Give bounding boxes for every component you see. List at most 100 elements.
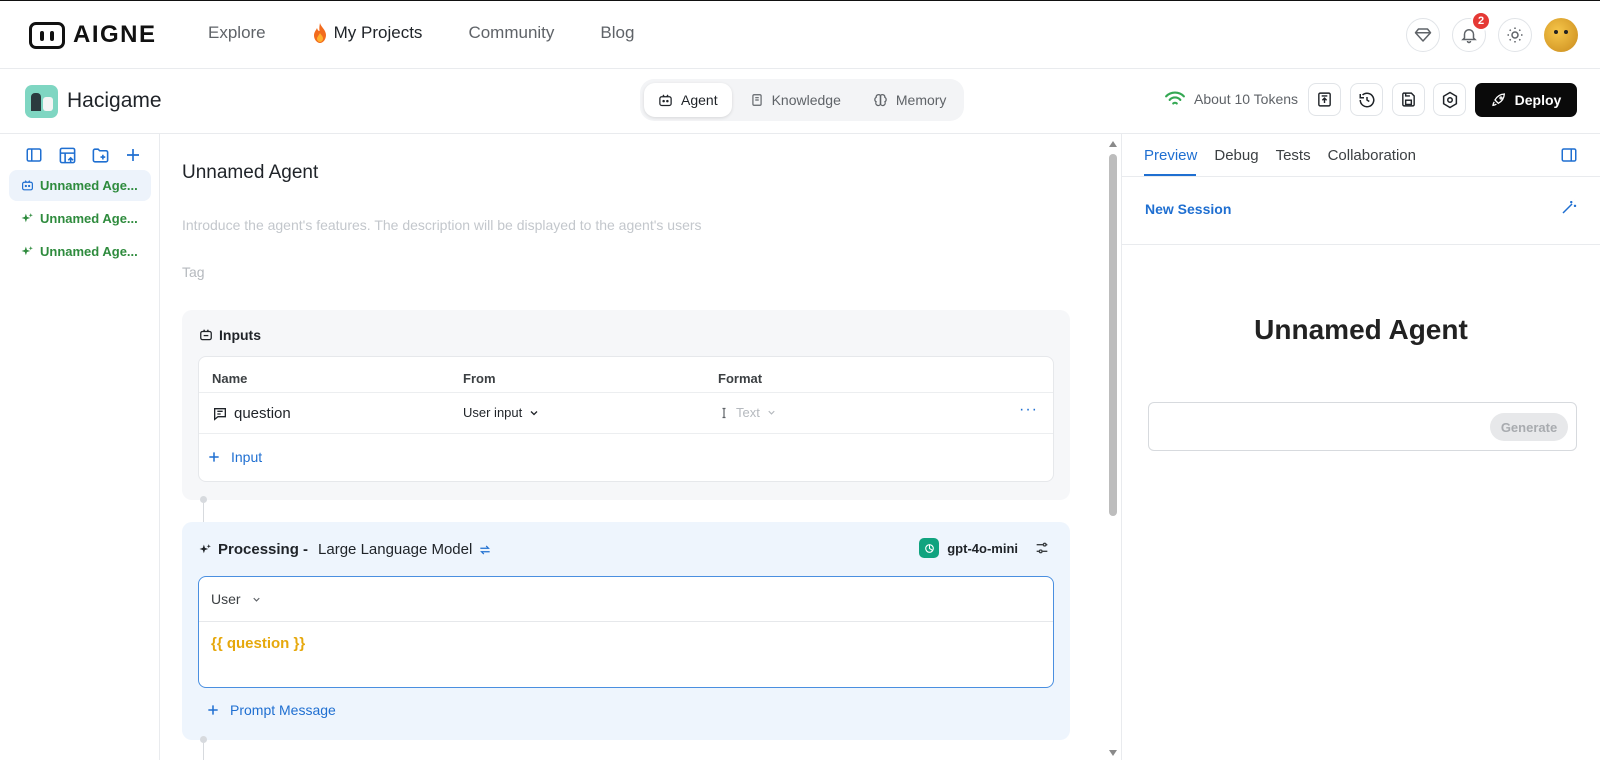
input-name: question <box>234 405 291 422</box>
history-button[interactable] <box>1350 83 1383 116</box>
main-nav: Explore My Projects Community Blog <box>208 23 680 43</box>
input-format-value: Text <box>736 405 760 420</box>
tab-agent[interactable]: Agent <box>644 83 732 117</box>
publish-button[interactable] <box>1308 83 1341 116</box>
import-button[interactable] <box>56 144 78 166</box>
folder-plus-icon <box>92 147 108 163</box>
project-bar: Hacigame Agent Knowledge Memory About 10… <box>0 69 1600 134</box>
rocket-icon <box>1491 93 1505 107</box>
switch-icon[interactable] <box>478 543 492 557</box>
add-agent-button[interactable] <box>122 144 144 166</box>
scroll-down-icon <box>1109 750 1117 756</box>
prompt-content-input[interactable]: {{ question }} <box>211 635 305 652</box>
column-header-name: Name <box>212 371 248 386</box>
preview-agent-title: Unnamed Agent <box>1254 314 1468 345</box>
toggle-sidebar-button[interactable] <box>23 144 45 166</box>
text-cursor-icon <box>722 407 726 418</box>
deploy-label: Deploy <box>1514 92 1562 108</box>
diamond-icon <box>1414 28 1432 42</box>
sparkle-icon <box>21 246 33 256</box>
sidebar-item-agent-3[interactable]: Unnamed Age... <box>9 236 151 267</box>
notification-badge: 2 <box>1471 11 1491 31</box>
top-nav: AIGNE Explore My Projects Community Blog… <box>0 1 1600 69</box>
session-divider <box>1122 244 1600 245</box>
nav-blog[interactable]: Blog <box>600 23 634 43</box>
row-more-button[interactable]: ··· <box>1019 401 1038 419</box>
nav-community[interactable]: Community <box>468 23 554 43</box>
chevron-down-icon <box>530 410 538 415</box>
scroll-up-icon <box>1109 141 1117 147</box>
role-value: User <box>211 591 241 607</box>
brand-logo[interactable]: AIGNE <box>29 21 157 49</box>
brand-name: AIGNE <box>73 21 157 48</box>
deploy-button[interactable]: Deploy <box>1475 83 1577 117</box>
save-icon <box>1402 92 1415 107</box>
tabs-divider <box>1122 176 1600 177</box>
tab-debug[interactable]: Debug <box>1214 147 1258 164</box>
processing-type: Large Language Model <box>318 541 473 558</box>
nav-my-projects[interactable]: My Projects <box>312 23 422 43</box>
table-divider <box>199 392 1053 393</box>
prompt-message-editor: User {{ question }} <box>198 576 1054 688</box>
processing-header: Processing - Large Language Model <box>199 541 492 558</box>
project-name: Hacigame <box>67 89 162 112</box>
theme-toggle-button[interactable] <box>1498 18 1532 52</box>
nav-explore[interactable]: Explore <box>208 23 266 43</box>
sidebar-item-agent-2[interactable]: Unnamed Age... <box>9 203 151 234</box>
tab-tests[interactable]: Tests <box>1276 147 1311 164</box>
role-select[interactable]: User <box>211 591 262 607</box>
project-icon <box>25 85 58 118</box>
preview-panel: Preview Debug Tests Collaboration New Se… <box>1121 134 1600 760</box>
add-prompt-message-label: Prompt Message <box>230 702 336 718</box>
model-name: gpt-4o-mini <box>947 540 1018 556</box>
toggle-panel-button[interactable] <box>1560 146 1578 164</box>
sliders-icon[interactable] <box>1034 540 1050 556</box>
tab-agent-label: Agent <box>681 92 718 108</box>
logo-icon <box>29 21 65 49</box>
clear-session-button[interactable] <box>1560 198 1578 216</box>
processing-label: Processing - <box>218 541 309 558</box>
preview-input-field[interactable]: Generate <box>1148 402 1577 451</box>
agent-description-input[interactable]: Introduce the agent's features. The desc… <box>182 217 702 233</box>
table-import-icon <box>59 147 75 163</box>
tab-memory-label: Memory <box>895 92 947 108</box>
sidebar-toolbar <box>23 144 144 166</box>
input-from-select[interactable]: User input <box>463 405 540 420</box>
plus-icon <box>209 452 219 462</box>
settings-button[interactable] <box>1433 83 1466 116</box>
inputs-section: Inputs Name From Format question User in… <box>182 310 1070 500</box>
generate-button[interactable]: Generate <box>1490 413 1568 441</box>
save-button[interactable] <box>1392 83 1425 116</box>
agent-editor: Unnamed Agent Introduce the agent's feat… <box>160 134 1120 760</box>
editor-scrollbar[interactable] <box>1108 136 1118 760</box>
chevron-down-icon <box>768 410 775 415</box>
upload-doc-icon <box>1318 92 1331 107</box>
scrollbar-thumb[interactable] <box>1109 154 1117 516</box>
openai-icon <box>919 538 940 558</box>
tab-knowledge-label: Knowledge <box>771 92 841 108</box>
tag-input[interactable]: Tag <box>182 264 205 280</box>
new-folder-button[interactable] <box>89 144 111 166</box>
token-estimate: About 10 Tokens <box>1164 91 1298 107</box>
diamond-button[interactable] <box>1406 18 1440 52</box>
model-selector[interactable]: gpt-4o-mini <box>919 538 1050 558</box>
input-from-value: User input <box>463 405 523 420</box>
new-session-button[interactable]: New Session <box>1145 201 1231 217</box>
flow-connector <box>203 740 204 760</box>
input-name-cell[interactable]: question <box>212 405 291 422</box>
agent-name-input[interactable]: Unnamed Agent <box>182 162 318 184</box>
tab-collaboration[interactable]: Collaboration <box>1328 147 1416 164</box>
tab-knowledge[interactable]: Knowledge <box>736 83 855 117</box>
input-format-select[interactable]: Text <box>718 405 777 420</box>
agent-sidebar: Unnamed Age... Unnamed Age... Unnamed Ag… <box>0 134 160 760</box>
inputs-icon <box>200 329 212 341</box>
add-input-button[interactable]: Input <box>207 449 262 465</box>
sidebar-item-agent-1[interactable]: Unnamed Age... <box>9 170 151 201</box>
notifications-button[interactable]: 2 <box>1452 11 1491 52</box>
brain-icon <box>874 93 887 106</box>
plus-icon <box>127 149 139 161</box>
tab-preview[interactable]: Preview <box>1144 147 1197 164</box>
add-prompt-message-button[interactable]: Prompt Message <box>206 702 336 718</box>
tab-memory[interactable]: Memory <box>859 83 961 117</box>
user-avatar[interactable] <box>1544 18 1578 52</box>
